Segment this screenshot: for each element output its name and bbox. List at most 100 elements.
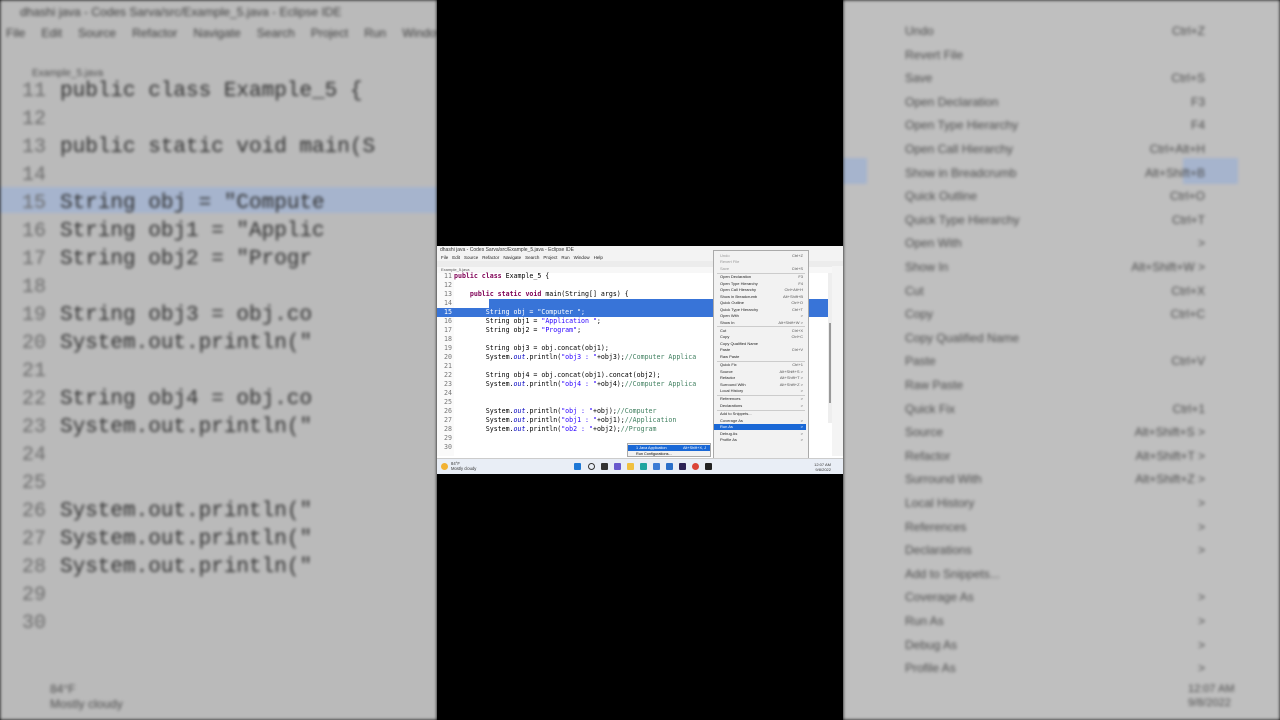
bg-code-line: System.out.println(" [60, 556, 313, 579]
start-icon[interactable] [574, 463, 581, 470]
code-token: .println( [525, 416, 562, 424]
bg-menu-entry: Quick Fix Ctrl+1 [905, 402, 1205, 416]
weather-widget[interactable]: 84°F Mostly cloudy [451, 461, 476, 471]
bg-menu-entry: Open Call Hierarchy Ctrl+Alt+H [905, 142, 1205, 156]
menu-item-label: Quick Outline [720, 300, 745, 306]
bg-line-number: 27 [22, 528, 47, 551]
context-menu-item-save[interactable]: Save Ctrl+S [720, 266, 806, 272]
context-menu-item-refactor[interactable]: Refactor Alt+Shift+T > [720, 375, 806, 381]
bg-line-number: 14 [22, 164, 47, 187]
context-menu-item-copy[interactable]: Copy Ctrl+C [720, 334, 806, 340]
bg-menu-label: Profile As [905, 661, 956, 676]
task-view-icon[interactable] [601, 463, 608, 470]
menu-search[interactable]: Search [525, 255, 539, 260]
context-menu-item-paste[interactable]: Paste Ctrl+V [720, 347, 806, 353]
bg-menu-item: Edit [41, 26, 63, 40]
menu-edit[interactable]: Edit [452, 255, 460, 260]
bg-line-number: 29 [22, 584, 47, 607]
context-menu-item-local-history[interactable]: Local History > [720, 388, 806, 394]
store-icon[interactable] [653, 463, 660, 470]
bg-line-number: 28 [22, 556, 47, 579]
context-menu-item-profile-as[interactable]: Profile As > [720, 437, 806, 443]
context-menu-item-debug-as[interactable]: Debug As > [720, 431, 806, 437]
bg-menu-label: Show in Breadcrumb [905, 165, 1017, 180]
vscode-icon[interactable] [666, 463, 673, 470]
bg-line-number: 21 [22, 360, 47, 383]
menu-project[interactable]: Project [543, 255, 557, 260]
menu-item-shortcut: Ctrl+S [791, 265, 803, 271]
code-token: .println( [525, 380, 562, 388]
code-token: +obj); [592, 407, 617, 415]
context-menu-item-declarations[interactable]: Declarations > [720, 403, 806, 409]
line-number: 21 [444, 362, 452, 370]
bg-menu-entry: Open Type Hierarchy F4 [905, 118, 1205, 132]
context-menu-item-open-declaration[interactable]: Open Declaration F3 [720, 274, 806, 280]
terminal-icon[interactable] [705, 463, 712, 470]
context-menu-item-open-with[interactable]: Open With > [720, 313, 806, 319]
context-menu-item-show-in-breadcrumb[interactable]: Show in Breadcrumb Alt+Shift+B [720, 294, 806, 300]
menu-item-shortcut: F4 [798, 280, 803, 286]
code-token: "obj1 : " [561, 416, 597, 424]
bg-menu-shortcut: > [1197, 519, 1205, 534]
context-menu-item-run-as[interactable]: Run As > [714, 424, 806, 431]
line-number: 29 [444, 434, 452, 442]
code-token: "ob2 : " [561, 425, 593, 433]
windows-taskbar: 84°F Mostly cloudy 12:07 AM 9/8/2022 [437, 458, 843, 474]
system-clock[interactable]: 12:07 AM 9/8/2022 [814, 462, 831, 472]
search-icon[interactable] [588, 463, 595, 470]
eclipse-icon[interactable] [679, 463, 686, 470]
menu-item-label: Profile As [720, 437, 737, 443]
code-token: .println( [525, 407, 562, 415]
context-menu-item-show-in[interactable]: Show In Alt+Shift+W > [720, 320, 806, 326]
code-token: "Program" [541, 326, 578, 334]
bg-menu-shortcut: F3 [1190, 94, 1205, 109]
edge-icon[interactable] [640, 463, 647, 470]
bg-menu-shortcut: > [1197, 236, 1205, 251]
code-token: System. [454, 353, 514, 361]
context-menu-item-coverage-as[interactable]: Coverage As > [720, 418, 806, 424]
bg-menu-entry: Run As > [905, 614, 1205, 628]
line-number: 23 [444, 380, 452, 388]
context-menu-item-add-to-snippets[interactable]: Add to Snippets... [720, 411, 806, 417]
context-menu-item-references[interactable]: References > [720, 396, 806, 402]
submenu-item-run-configurations[interactable]: Run Configurations... [628, 451, 710, 457]
menu-source[interactable]: Source [464, 255, 478, 260]
context-menu-item-undo[interactable]: Undo Ctrl+Z [720, 253, 806, 259]
context-menu-item-raw-paste[interactable]: Raw Paste [720, 354, 806, 360]
context-menu-item-surround-with[interactable]: Surround With Alt+Shift+Z > [720, 382, 806, 388]
code-token: System. [454, 425, 514, 433]
explorer-icon[interactable] [627, 463, 634, 470]
code-token: String obj3 = obj.concat(obj1); [454, 344, 609, 352]
line-number: 17 [444, 326, 452, 334]
context-menu-item-copy-qualified-name[interactable]: Copy Qualified Name [720, 341, 806, 347]
menu-run[interactable]: Run [561, 255, 569, 260]
scrollbar-thumb[interactable] [829, 323, 831, 403]
menu-file[interactable]: File [441, 255, 448, 260]
bg-line-number: 23 [22, 416, 47, 439]
chrome-icon[interactable] [692, 463, 699, 470]
bg-menu-entry: References > [905, 520, 1205, 534]
menu-navigate[interactable]: Navigate [503, 255, 521, 260]
context-menu-item-quick-outline[interactable]: Quick Outline Ctrl+O [720, 300, 806, 306]
context-menu-item-cut[interactable]: Cut Ctrl+X [720, 328, 806, 334]
context-menu-item-quick-fix[interactable]: Quick Fix Ctrl+1 [720, 362, 806, 368]
bg-menu-entry: Paste Ctrl+V [905, 354, 1205, 368]
menu-item-label: Cut [720, 327, 727, 333]
bg-menu-entry: Open Declaration F3 [905, 95, 1205, 109]
menu-refactor[interactable]: Refactor [482, 255, 499, 260]
context-menu-item-open-type-hierarchy[interactable]: Open Type Hierarchy F4 [720, 281, 806, 287]
context-menu-item-revert-file[interactable]: Revert File [720, 259, 806, 265]
chat-icon[interactable] [614, 463, 621, 470]
context-menu-item-source[interactable]: Source Alt+Shift+S > [720, 369, 806, 375]
context-menu-item-open-call-hierarchy[interactable]: Open Call Hierarchy Ctrl+Alt+H [720, 287, 806, 293]
menu-item-label: Copy Qualified Name [720, 340, 759, 346]
bg-menu-label: Surround With [905, 472, 982, 487]
menu-item-label: Raw Paste [720, 353, 740, 359]
bg-menu-shortcut: Ctrl+O [1169, 189, 1205, 204]
bg-tab: Example_5.java [32, 68, 104, 79]
bg-menu-label: Quick Fix [905, 401, 956, 416]
menu-window[interactable]: Window [574, 255, 590, 260]
context-menu-item-quick-type-hierarchy[interactable]: Quick Type Hierarchy Ctrl+T [720, 307, 806, 313]
menu-help[interactable]: Help [594, 255, 603, 260]
